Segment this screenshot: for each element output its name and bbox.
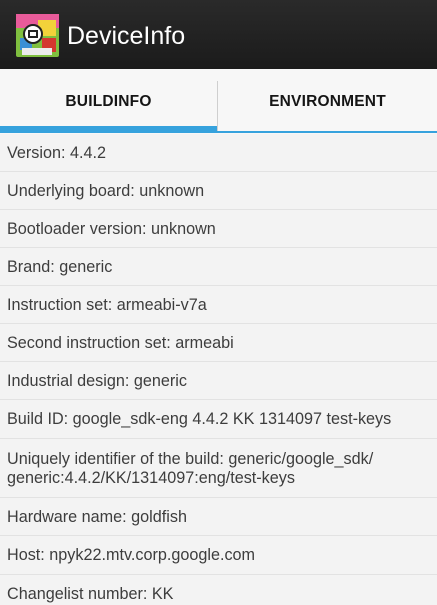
list-item: Instruction set: armeabi-v7a — [0, 286, 437, 324]
tab-buildinfo[interactable]: BUILDINFO — [0, 69, 217, 134]
list-item: Uniquely identifier of the build: generi… — [0, 439, 437, 498]
list-item-text: Version: 4.4.2 — [7, 143, 106, 162]
list-item: Underlying board: unknown — [0, 172, 437, 210]
selected-tab-indicator — [0, 126, 217, 133]
list-item-text: Bootloader version: unknown — [7, 219, 216, 238]
tab-baseline — [217, 131, 437, 133]
action-bar: DeviceInfo — [0, 0, 437, 69]
list-item-text: Build ID: google_sdk-eng 4.4.2 KK 131409… — [7, 410, 392, 428]
list-item-text: Underlying board: unknown — [7, 181, 205, 200]
list-item-text: Changelist number: KK — [7, 584, 174, 603]
list-item-text: Industrial design: generic — [7, 371, 187, 390]
list-item-text: Hardware name: goldfish — [7, 507, 187, 526]
list-item-text: Brand: generic — [7, 257, 113, 276]
list-item-text: Host: npyk22.mtv.corp.google.com — [7, 546, 256, 564]
device-info-app-icon[interactable] — [16, 14, 59, 57]
list-item: Industrial design: generic — [0, 362, 437, 400]
list-item: Changelist number: KK — [0, 575, 437, 605]
tab-environment[interactable]: ENVIRONMENT — [218, 69, 437, 134]
list-item-text: Uniquely identifier of the build: generi… — [7, 449, 374, 487]
list-item: Version: 4.4.2 — [0, 134, 437, 172]
list-item: Bootloader version: unknown — [0, 210, 437, 248]
build-info-list[interactable]: Version: 4.4.2 Underlying board: unknown B… — [0, 134, 437, 605]
list-item: Second instruction set: armeabi — [0, 324, 437, 362]
app-title: DeviceInfo — [67, 22, 186, 50]
list-item: Hardware name: goldfish — [0, 498, 437, 536]
list-item: Host: npyk22.mtv.corp.google.com — [0, 536, 437, 575]
list-item-text: Second instruction set: armeabi — [7, 333, 234, 352]
list-item-text: Instruction set: armeabi-v7a — [7, 295, 207, 314]
list-item: Brand: generic — [0, 248, 437, 286]
tab-bar: BUILDINFO ENVIRONMENT — [0, 69, 437, 134]
list-item: Build ID: google_sdk-eng 4.4.2 KK 131409… — [0, 400, 437, 439]
